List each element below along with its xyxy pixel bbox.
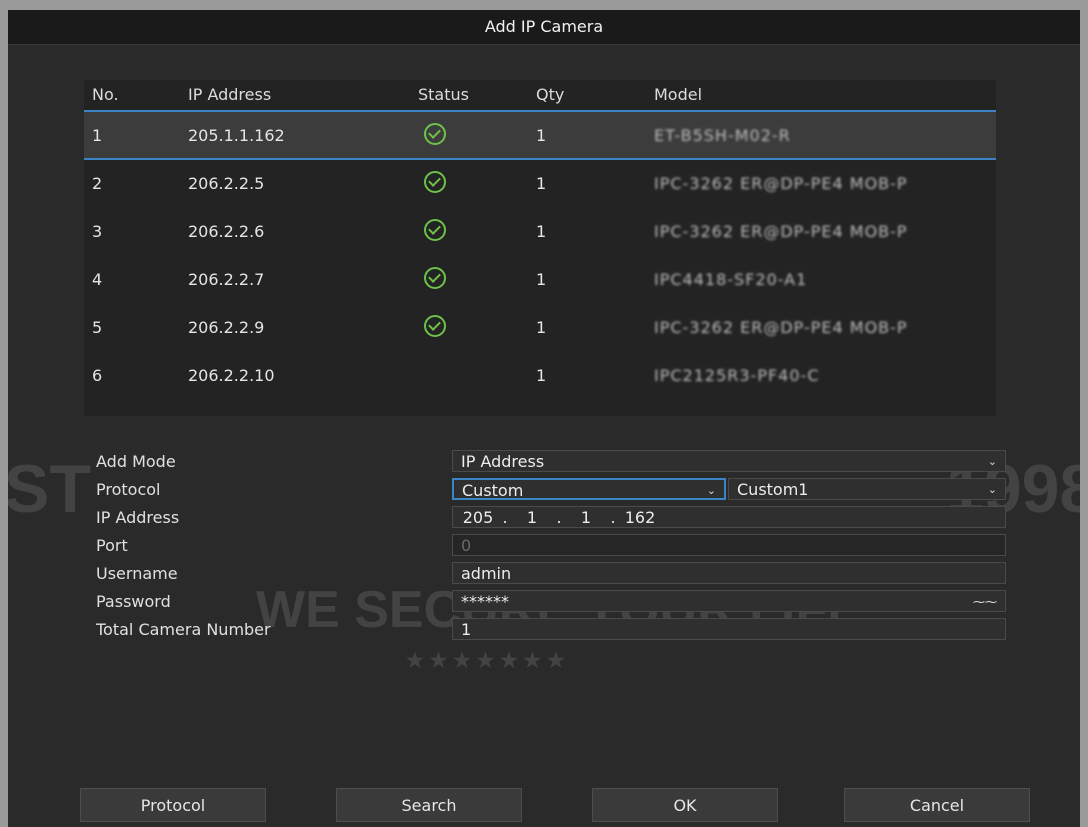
- status-ok-icon: [418, 256, 446, 304]
- port-row: Port 0: [96, 534, 1006, 558]
- header-ip-address[interactable]: IP Address: [188, 80, 271, 110]
- row-qty: 1: [536, 366, 547, 385]
- password-input[interactable]: ****** ⁓⁓: [452, 590, 1006, 612]
- add-ip-camera-dialog: Add IP Camera No. IP Address Status Qty …: [8, 10, 1080, 827]
- row-ip: 206.2.2.7: [188, 270, 265, 289]
- add-mode-row: Add Mode IP Address ⌄: [96, 450, 1006, 474]
- ip-address-input[interactable]: 205. 1. 1. 162: [452, 506, 1006, 528]
- row-no: 3: [92, 222, 103, 241]
- row-model: IPC2125R3-PF40-C: [654, 366, 820, 385]
- username-row: Username admin: [96, 562, 1006, 586]
- chevron-down-icon: ⌄: [987, 483, 997, 496]
- camera-form: Add Mode IP Address ⌄ Protocol Custom ⌄ …: [96, 450, 1006, 646]
- row-no: 5: [92, 318, 103, 337]
- protocol-label: Protocol: [96, 480, 161, 499]
- row-ip: 206.2.2.9: [188, 318, 265, 337]
- ip-dot: .: [556, 508, 562, 527]
- total-camera-input[interactable]: 1: [452, 618, 1006, 640]
- row-model: IPC-3262 ER@DP-PE4 MOB-P: [654, 318, 908, 337]
- header-model[interactable]: Model: [654, 80, 702, 110]
- protocol-row: Protocol Custom ⌄ Custom1 ⌄: [96, 478, 1006, 502]
- username-label: Username: [96, 564, 178, 583]
- row-model: IPC-3262 ER@DP-PE4 MOB-P: [654, 222, 908, 241]
- add-mode-select[interactable]: IP Address ⌄: [452, 450, 1006, 472]
- row-model: ET-B5SH-M02-R: [654, 126, 791, 145]
- ip-octet-4[interactable]: 162: [623, 507, 657, 529]
- row-model: IPC4418-SF20-A1: [654, 270, 808, 289]
- ip-address-row: IP Address 205. 1. 1. 162: [96, 506, 1006, 530]
- protocol-button[interactable]: Protocol: [80, 788, 266, 822]
- ip-address-label: IP Address: [96, 508, 180, 527]
- protocol-custom-select[interactable]: Custom1 ⌄: [728, 478, 1006, 500]
- total-camera-value: 1: [461, 620, 472, 639]
- ip-octet-1[interactable]: 205: [461, 507, 495, 529]
- chevron-down-icon: ⌄: [706, 484, 716, 497]
- row-qty: 1: [536, 126, 547, 145]
- table-row[interactable]: 5 206.2.2.9 1 IPC-3262 ER@DP-PE4 MOB-P: [84, 304, 996, 352]
- row-model: IPC-3262 ER@DP-PE4 MOB-P: [654, 174, 908, 193]
- row-no: 1: [92, 126, 103, 145]
- protocol-select[interactable]: Custom ⌄: [452, 478, 726, 500]
- ip-octet-3[interactable]: 1: [569, 507, 603, 529]
- status-ok-icon: [418, 160, 446, 208]
- add-mode-label: Add Mode: [96, 452, 176, 471]
- watermark-stars: ★ ★ ★ ★ ★ ★ ★: [406, 650, 565, 672]
- header-status[interactable]: Status: [418, 80, 469, 110]
- username-input[interactable]: admin: [452, 562, 1006, 584]
- row-ip: 206.2.2.10: [188, 366, 275, 385]
- header-qty[interactable]: Qty: [536, 80, 564, 110]
- table-row[interactable]: 3 206.2.2.6 1 IPC-3262 ER@DP-PE4 MOB-P: [84, 208, 996, 256]
- ip-dot: .: [502, 508, 508, 527]
- ok-button[interactable]: OK: [592, 788, 778, 822]
- table-header: No. IP Address Status Qty Model: [84, 80, 996, 112]
- row-ip: 206.2.2.5: [188, 174, 265, 193]
- row-no: 6: [92, 366, 103, 385]
- port-value: 0: [461, 536, 472, 555]
- status-ok-icon: [418, 304, 446, 352]
- row-ip: 205.1.1.162: [188, 126, 285, 145]
- camera-list-table: No. IP Address Status Qty Model 1 205.1.…: [84, 80, 996, 416]
- table-row[interactable]: 4 206.2.2.7 1 IPC4418-SF20-A1: [84, 256, 996, 304]
- table-row[interactable]: 1 205.1.1.162 1 ET-B5SH-M02-R: [84, 112, 996, 160]
- row-qty: 1: [536, 318, 547, 337]
- total-camera-label: Total Camera Number: [96, 620, 271, 639]
- protocol-value: Custom: [462, 481, 524, 500]
- port-label: Port: [96, 536, 128, 555]
- username-value: admin: [461, 564, 512, 583]
- table-row[interactable]: 6 206.2.2.10 1 IPC2125R3-PF40-C: [84, 352, 996, 400]
- header-no[interactable]: No.: [92, 80, 119, 110]
- hidden-eye-icon[interactable]: ⁓⁓: [973, 591, 997, 613]
- cancel-button[interactable]: Cancel: [844, 788, 1030, 822]
- password-row: Password ****** ⁓⁓: [96, 590, 1006, 614]
- password-label: Password: [96, 592, 171, 611]
- row-no: 2: [92, 174, 103, 193]
- watermark-left-text: ST: [8, 451, 91, 527]
- row-ip: 206.2.2.6: [188, 222, 265, 241]
- add-mode-value: IP Address: [461, 452, 545, 471]
- table-row[interactable]: 2 206.2.2.5 1 IPC-3262 ER@DP-PE4 MOB-P: [84, 160, 996, 208]
- total-camera-row: Total Camera Number 1: [96, 618, 1006, 642]
- dialog-title: Add IP Camera: [8, 10, 1080, 45]
- status-ok-icon: [418, 112, 446, 160]
- port-input[interactable]: 0: [452, 534, 1006, 556]
- ip-octet-2[interactable]: 1: [515, 507, 549, 529]
- row-no: 4: [92, 270, 103, 289]
- row-qty: 1: [536, 174, 547, 193]
- row-qty: 1: [536, 222, 547, 241]
- status-ok-icon: [418, 208, 446, 256]
- password-value: ******: [461, 592, 509, 611]
- chevron-down-icon: ⌄: [987, 455, 997, 468]
- protocol-custom-value: Custom1: [737, 480, 809, 499]
- row-qty: 1: [536, 270, 547, 289]
- search-button[interactable]: Search: [336, 788, 522, 822]
- ip-dot: .: [610, 508, 616, 527]
